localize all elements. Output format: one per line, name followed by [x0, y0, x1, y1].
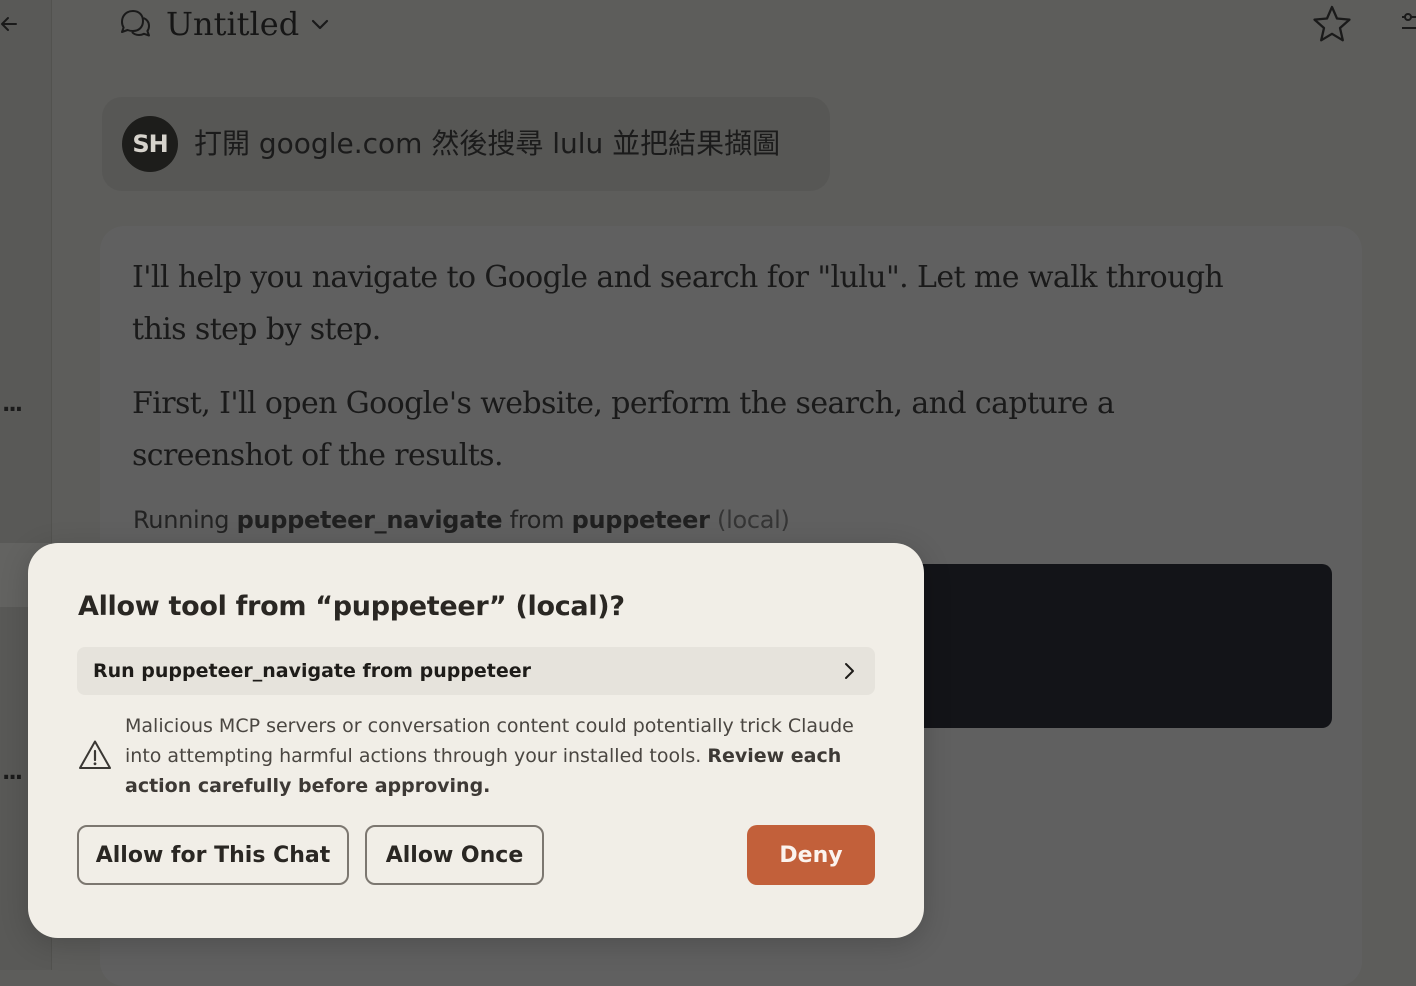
assistant-paragraph: First, I'll open Google's website, perfo… — [132, 386, 1115, 473]
tool-details-label: Run puppeteer_navigate from puppeteer — [93, 660, 532, 682]
chevron-down-icon — [312, 19, 329, 30]
settings-sliders-icon[interactable] — [1398, 8, 1416, 38]
deny-button[interactable]: Deny — [747, 825, 875, 885]
tool-output-block — [903, 564, 1332, 728]
chevron-right-icon — [845, 663, 854, 679]
chat-bubbles-icon — [121, 10, 150, 37]
running-tool-name: puppeteer_navigate — [236, 506, 503, 534]
tool-running-status: Running puppeteer_navigate from puppetee… — [133, 506, 790, 534]
running-from: from — [509, 506, 565, 534]
avatar[interactable]: SH — [122, 116, 178, 172]
tool-details-row[interactable]: Run puppeteer_navigate from puppeteer — [77, 647, 875, 695]
running-scope: (local) — [717, 506, 790, 534]
dialog-title: Allow tool from “puppeteer” (local)? — [78, 591, 625, 622]
warning-message: Malicious MCP servers or conversation co… — [125, 711, 885, 801]
allow-for-chat-button[interactable]: Allow for This Chat — [77, 825, 349, 885]
sidebar-item-ellipsis[interactable]: ... — [2, 760, 23, 785]
tool-permission-dialog: Allow tool from “puppeteer” (local)? Run… — [28, 543, 924, 938]
user-message-bubble: SH 打開 google.com 然後搜尋 lulu 並把結果擷圖 — [102, 97, 830, 191]
assistant-paragraph: I'll help you navigate to Google and sea… — [132, 260, 1224, 347]
user-message-text: 打開 google.com 然後搜尋 lulu 並把結果擷圖 — [194, 127, 781, 160]
warning-triangle-icon — [79, 740, 111, 769]
chat-title: Untitled — [166, 5, 300, 43]
star-icon[interactable] — [1312, 4, 1352, 44]
running-server-name: puppeteer — [571, 506, 710, 534]
running-prefix: Running — [133, 506, 230, 534]
allow-once-button[interactable]: Allow Once — [365, 825, 544, 885]
back-arrow-icon[interactable] — [0, 10, 22, 38]
chat-title-button[interactable]: Untitled — [116, 0, 331, 48]
sidebar-item-ellipsis[interactable]: ... — [2, 392, 23, 417]
